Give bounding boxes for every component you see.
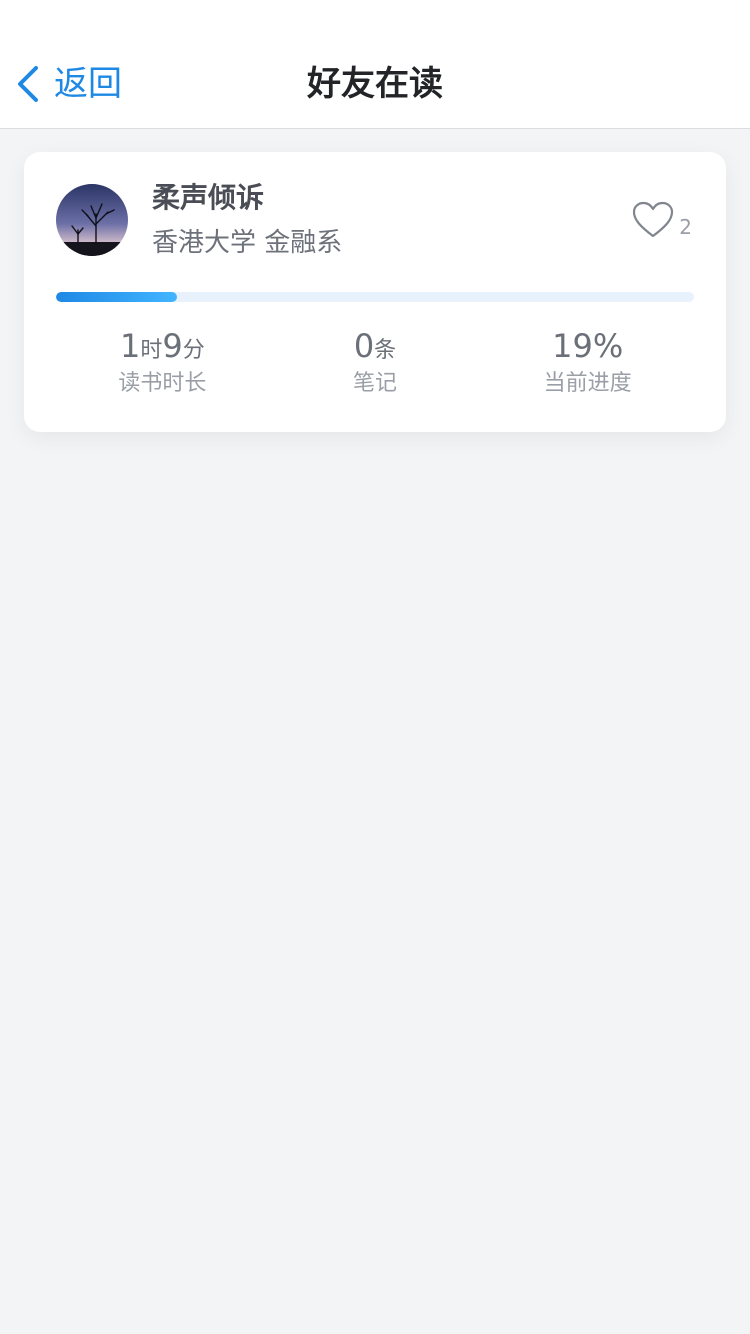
notes-unit: 条 <box>374 338 397 363</box>
reading-stats: 1时9分 读书时长 0条 笔记 19% 当前进度 <box>56 324 694 404</box>
duration-minutes: 9 <box>162 327 183 365</box>
stat-duration-value: 1时9分 <box>56 324 269 368</box>
reading-progress-bar <box>56 292 694 302</box>
stat-reading-duration: 1时9分 读书时长 <box>56 324 269 404</box>
friend-name: 柔声倾诉 <box>152 181 265 214</box>
nav-bar: 返回 好友在读 <box>0 0 750 129</box>
friend-reading-card[interactable]: 柔声倾诉 香港大学 金融系 2 1时9分 读书时长 0条 笔记 19% 当前进度 <box>24 152 726 432</box>
stat-notes[interactable]: 0条 笔记 <box>269 324 482 404</box>
stat-progress-label: 当前进度 <box>543 371 632 396</box>
night-tree-avatar-image <box>56 184 128 256</box>
avatar[interactable] <box>56 184 128 256</box>
notes-count: 0 <box>353 327 375 365</box>
friend-school: 香港大学 金融系 <box>152 228 343 258</box>
progress-percent: 19% <box>552 327 624 365</box>
stat-progress-value: 19% <box>481 324 694 368</box>
page-title: 好友在读 <box>307 64 443 104</box>
duration-hours: 1 <box>119 327 141 365</box>
duration-hours-unit: 时 <box>140 338 163 363</box>
reading-progress-fill <box>56 292 178 302</box>
like-count: 2 <box>679 215 692 239</box>
stat-current-progress: 19% 当前进度 <box>481 324 694 404</box>
stat-notes-value: 0条 <box>269 324 482 368</box>
duration-minutes-unit: 分 <box>182 338 205 363</box>
stat-notes-label: 笔记 <box>353 371 398 396</box>
heart-outline-icon <box>633 201 674 238</box>
like-button[interactable]: 2 <box>631 200 692 240</box>
stat-duration-label: 读书时长 <box>118 371 207 396</box>
